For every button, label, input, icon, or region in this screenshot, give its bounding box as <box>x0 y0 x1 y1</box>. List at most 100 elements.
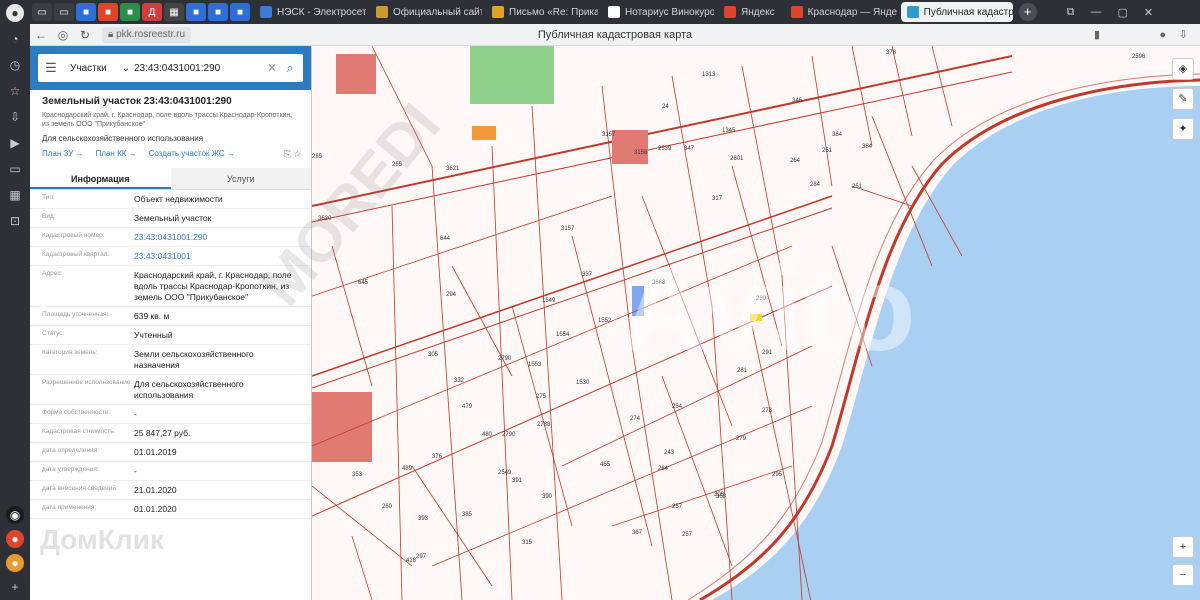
field-key: Кадастровый номер: <box>42 232 105 239</box>
tab-services[interactable]: Услуги <box>170 168 311 189</box>
tab-info[interactable]: Информация <box>30 168 171 189</box>
search-input[interactable] <box>134 62 267 74</box>
field-key: дата внесения сведений: <box>42 485 118 492</box>
parcel-number-label: 295 <box>772 472 783 478</box>
tab-pinned-3[interactable]: ■ <box>76 3 96 21</box>
download-bar-icon[interactable]: ⇩ <box>1179 28 1188 41</box>
tab-cadastral-map[interactable]: Публичная кадастр <box>900 2 1013 22</box>
minimize-icon[interactable]: — <box>1091 6 1102 18</box>
building <box>472 126 496 140</box>
parcel-number-label: 297 <box>416 554 427 560</box>
bell-icon[interactable]: ◔ <box>6 30 24 48</box>
window-restore-icon[interactable]: ⧉ <box>1067 6 1075 19</box>
tab-pinned-1[interactable]: ▭ <box>32 3 52 21</box>
parcel-number-label: 275 <box>536 394 547 400</box>
building <box>612 130 648 164</box>
media-icon[interactable]: ▶ <box>6 134 24 152</box>
app-icon[interactable]: ◉ <box>6 506 24 524</box>
parcel-use: Для сельскохозяйственного использования <box>42 134 204 143</box>
maximize-icon[interactable]: ▢ <box>1118 6 1128 19</box>
cadastral-number-link[interactable]: 23:43:0431001:290 <box>134 232 301 243</box>
share-icon[interactable]: ⎘ ☆ <box>284 149 301 160</box>
panel-tabs: Информация Услуги <box>30 168 311 190</box>
screenshot-icon[interactable]: ⊡ <box>6 212 24 230</box>
close-window-icon[interactable]: ✕ <box>1144 6 1153 19</box>
star-icon[interactable]: ☆ <box>6 82 24 100</box>
layers-icon[interactable]: ◈ <box>1172 58 1194 80</box>
url-field[interactable]: 🔒︎ pkk.rosreestr.ru <box>102 26 192 43</box>
parcel-number-label: 3157 <box>561 226 575 232</box>
app2-icon[interactable]: ● <box>6 554 24 572</box>
cadastral-quarter-link[interactable]: 23:43:0431001 <box>134 251 301 262</box>
page-title: Публичная кадастровая карта <box>537 28 693 41</box>
map-canvas: 1313 346 378 2596 24 1345 3157 3158 2539 347 2601 2… <box>312 46 1200 600</box>
add-panel-icon[interactable]: + <box>6 578 24 596</box>
create-parcel-link[interactable]: Создать участок ЖС → <box>149 149 235 160</box>
field-value: - <box>134 409 137 419</box>
field-value: 01.01.2019 <box>134 447 177 457</box>
parcel-number-label: 2539 <box>658 146 672 152</box>
field-value: Объект недвижимости <box>134 194 223 204</box>
new-tab-button[interactable]: + <box>1018 3 1037 21</box>
tab-pinned-4[interactable]: ■ <box>98 3 118 21</box>
tab-pinned-9[interactable]: ■ <box>208 3 228 21</box>
tab-label: Краснодар — Яндекс <box>807 6 897 18</box>
parcel-number-label: 291 <box>762 350 773 356</box>
tab-favicon <box>608 6 620 18</box>
field-value: Для сельскохозяйственного использования <box>134 379 244 400</box>
search-bar: ☰ Участки ⌄ ✕ ⌕ <box>30 46 311 90</box>
parcel-boundary <box>571 235 653 547</box>
parcel-boundary <box>331 245 373 387</box>
search-box: ☰ Участки ⌄ ✕ ⌕ <box>38 54 303 82</box>
tab-label: Публичная кадастр <box>923 6 1013 18</box>
notes-icon[interactable]: ▭ <box>6 160 24 178</box>
tab-pinned-8[interactable]: ■ <box>186 3 206 21</box>
download-icon[interactable]: ⇩ <box>6 108 24 126</box>
profile-icon[interactable]: ● <box>6 4 24 22</box>
parcel-number-label: 3157 <box>602 132 616 138</box>
zoom-in-button[interactable]: + <box>1172 536 1194 558</box>
field-row: Категория земель: Земли сельскохозяйствен… <box>30 345 311 375</box>
tab-yandex-maps[interactable]: Краснодар — Яндекс <box>785 2 897 22</box>
parcel-number-label: 347 <box>684 146 695 152</box>
tab-official[interactable]: Официальный сайт <box>370 2 482 22</box>
tab-pinned-7[interactable]: ▦ <box>164 3 184 21</box>
parcel-number-label: 251 <box>822 148 833 154</box>
tab-yandex[interactable]: Яндекс <box>718 2 781 22</box>
parcel-number-label: 274 <box>630 416 641 422</box>
field-value: 21.01.2020 <box>134 485 177 495</box>
locate-icon[interactable]: ✦ <box>1172 118 1194 140</box>
menu-icon[interactable]: ☰ <box>42 60 60 76</box>
clear-icon[interactable]: ✕ <box>267 61 281 75</box>
field-key: Разрешенное использование: <box>42 379 133 386</box>
parcel-number-label: 2790 <box>498 356 512 362</box>
calendar-icon[interactable]: ▦ <box>6 186 24 204</box>
object-type-select[interactable]: Участки ⌄ <box>70 63 130 74</box>
plan-kk-link[interactable]: План КК → <box>96 149 137 160</box>
ruler-icon[interactable]: ✎ <box>1172 88 1194 110</box>
tab-notary[interactable]: Нотариус Винокуров <box>602 2 714 22</box>
reload-icon[interactable]: ↻ <box>74 28 96 42</box>
parcel-boundary <box>671 75 713 307</box>
field-row: Площадь уточненная: 639 кв. м <box>30 307 311 326</box>
zoom-out-button[interactable]: − <box>1172 564 1194 586</box>
bookmark-icon[interactable]: ▮ <box>1094 28 1100 41</box>
building <box>336 54 376 94</box>
parcel-number-label: 284 <box>810 182 821 188</box>
cadastral-map[interactable]: 1313 346 378 2596 24 1345 3157 3158 2539 347 2601 2… <box>312 46 1200 600</box>
tab-pinned-6[interactable]: Д <box>142 3 162 21</box>
shield-icon[interactable]: ◎ <box>52 28 74 42</box>
tab-mail[interactable]: Письмо «Re: Приказ» <box>486 2 598 22</box>
back-arrow-icon[interactable]: ← <box>30 28 52 42</box>
tab-pinned-5[interactable]: ■ <box>120 3 140 21</box>
history-icon[interactable]: ◷ <box>6 56 24 74</box>
tab-pinned-2[interactable]: ▭ <box>54 3 74 21</box>
extensions-icon[interactable]: ● <box>1159 29 1166 41</box>
tab-label: Письмо «Re: Приказ» <box>509 6 598 18</box>
field-key: Вид: <box>42 213 56 220</box>
tab-nesk[interactable]: НЭСК - Электросети <box>254 2 366 22</box>
maps-app-icon[interactable]: ● <box>6 530 24 548</box>
plan-zu-link[interactable]: План ЗУ → <box>42 149 84 160</box>
tab-pinned-10[interactable]: ■ <box>230 3 250 21</box>
search-icon[interactable]: ⌕ <box>281 60 299 76</box>
